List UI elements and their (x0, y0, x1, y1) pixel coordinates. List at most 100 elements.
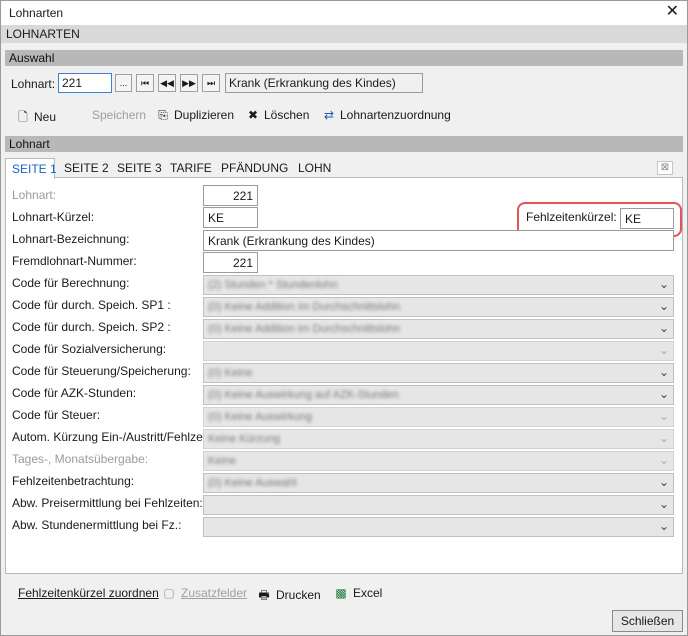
sp1-select[interactable]: (0) Keine Addition im Durchschnittslohn ⌄ (203, 297, 674, 317)
chevron-down-icon: ⌄ (658, 343, 669, 357)
combo-label: Tages-, Monatsübergabe: (12, 452, 149, 466)
browse-button[interactable]: ... (115, 74, 132, 92)
sozialversicherung-select[interactable]: ⌄ (203, 341, 674, 361)
lohnartenzuordnung-button[interactable]: ⇄ Lohnartenzuordnung (321, 108, 451, 122)
title-bar: Lohnarten ✕ (1, 1, 687, 25)
duplicate-label: Duplizieren (174, 108, 235, 122)
print-button[interactable]: 🖶 Drucken (256, 586, 320, 607)
combo-value: (0) Keine Addition im Durchschnittslohn (208, 301, 400, 313)
combo-value: (0) Keine Auswahl (208, 477, 297, 489)
previous-record-icon[interactable]: ◀◀ (158, 74, 176, 92)
tab-lohn[interactable]: LOHN (298, 158, 331, 178)
azk-select[interactable]: (0) Keine Auswirkung auf AZK-Stunden ⌄ (203, 385, 674, 405)
last-record-icon[interactable]: ⏭ (202, 74, 220, 92)
combo-label: Code für durch. Speich. SP1 : (12, 298, 171, 312)
new-button[interactable]: 🗋 Neu (15, 108, 56, 129)
fehlzeit-zuordnen-label: Fehlzeitenkürzel zuordnen (18, 586, 159, 600)
tab-seite-2[interactable]: SEITE 2 (64, 158, 109, 178)
document-icon: ▢ (163, 586, 175, 600)
kuerzel-label: Lohnart-Kürzel: (12, 210, 95, 224)
lohnart-label: Lohnart: (12, 188, 57, 202)
auswahl-header-text: Auswahl (9, 51, 55, 65)
lohnart-description-field: Krank (Erkrankung des Kindes) (225, 73, 423, 93)
fremdlohnart-field[interactable]: 221 (203, 252, 258, 273)
save-button[interactable]: Speichern (92, 108, 146, 122)
kuerzel-field[interactable]: KE (203, 207, 258, 228)
combo-value: (0) Keine (208, 367, 253, 379)
fehlzeitenkuerzel-label: Fehlzeitenkürzel: (526, 210, 617, 224)
close-icon[interactable]: ✕ (666, 3, 679, 21)
lohnart-field[interactable]: 221 (203, 185, 258, 206)
duplicate-icon: ⎘ (158, 108, 168, 122)
duplicate-button[interactable]: ⎘ Duplizieren (155, 108, 234, 123)
combo-label: Fehlzeitenbetrachtung: (12, 474, 135, 488)
chevron-down-icon: ⌄ (658, 497, 669, 511)
zuordnung-label: Lohnartenzuordnung (340, 108, 451, 122)
combo-value: (2) Stunden * Stundenlohn (208, 279, 338, 291)
first-record-icon[interactable]: ⏮ (136, 74, 154, 92)
fehlzeitenbetrachtung-select[interactable]: (0) Keine Auswahl ⌄ (203, 473, 674, 493)
kuerzung-select[interactable]: Keine Kürzung ⌄ (203, 429, 674, 449)
steuer-select[interactable]: (0) Keine Auswirkung ⌄ (203, 407, 674, 427)
new-document-icon: 🗋 (18, 110, 28, 124)
bezeichnung-label: Lohnart-Bezeichnung: (12, 232, 130, 246)
lohnart-number-input[interactable]: 221 (58, 73, 112, 93)
delete-label: Löschen (264, 108, 310, 122)
chevron-down-icon: ⌄ (658, 277, 669, 291)
page-banner: LOHNARTEN (1, 25, 687, 43)
uebergabe-select[interactable]: Keine ⌄ (203, 451, 674, 471)
shuffle-icon: ⇄ (323, 108, 335, 122)
close-button[interactable]: Schließen (612, 610, 683, 632)
tab-tarife[interactable]: TARIFE (170, 158, 212, 178)
delete-button[interactable]: ✖ Löschen (245, 108, 309, 122)
lohnarten-window: Lohnarten ✕ LOHNARTEN Auswahl Lohnart: 2… (0, 0, 688, 636)
stundenermittlung-select[interactable]: ⌄ (203, 517, 674, 537)
new-label: Neu (34, 110, 57, 124)
lohnart-header-text: Lohnart (9, 137, 50, 151)
chevron-down-icon: ⌄ (658, 409, 669, 423)
fehlzeitenkuerzel-field[interactable]: KE (620, 208, 674, 229)
chevron-down-icon: ⌄ (658, 519, 669, 533)
banner-text: LOHNARTEN (6, 27, 80, 41)
berechnung-select[interactable]: (2) Stunden * Stundenlohn ⌄ (203, 275, 674, 295)
combo-label: Code für Steuer: (12, 408, 101, 422)
fremdlohnart-label: Fremdlohnart-Nummer: (12, 254, 137, 268)
combo-value: (0) Keine Addition im Durchschnittslohn (208, 323, 400, 335)
chevron-down-icon: ⌄ (658, 387, 669, 401)
combo-value: Keine (208, 455, 237, 467)
steuerung-select[interactable]: (0) Keine ⌄ (203, 363, 674, 383)
excel-icon: ▩ (335, 586, 347, 600)
preisermittlung-select[interactable]: ⌄ (203, 495, 674, 515)
combo-value: (0) Keine Auswirkung auf AZK-Stunden (208, 389, 399, 401)
printer-icon: 🖶 (258, 588, 270, 602)
tab-seite-3[interactable]: SEITE 3 (117, 158, 162, 178)
fehlzeitenkuerzel-zuordnen-link[interactable]: Fehlzeitenkürzel zuordnen (18, 586, 159, 600)
auswahl-lohnart-label: Lohnart: (11, 77, 56, 91)
save-label: Speichern (92, 108, 147, 122)
combo-label: Code für Sozialversicherung: (12, 342, 167, 356)
sp2-select[interactable]: (0) Keine Addition im Durchschnittslohn ⌄ (203, 319, 674, 339)
lohnart-section-header: Lohnart (5, 136, 683, 152)
zusatzfelder-label: Zusatzfelder (181, 586, 248, 600)
combo-value: Keine Kürzung (208, 433, 281, 445)
combo-label: Code für durch. Speich. SP2 : (12, 320, 171, 334)
combo-label: Code für Steuerung/Speicherung: (12, 364, 191, 378)
excel-button[interactable]: ▩ Excel (333, 586, 382, 600)
combo-label: Code für Berechnung: (12, 276, 130, 290)
chevron-down-icon: ⌄ (658, 475, 669, 489)
excel-label: Excel (353, 586, 383, 600)
bezeichnung-field[interactable]: Krank (Erkrankung des Kindes) (203, 230, 674, 251)
zusatzfelder-button[interactable]: ▢ Zusatzfelder (161, 586, 247, 600)
combo-label: Abw. Stundenermittlung bei Fz.: (12, 518, 182, 532)
combo-label: Code für AZK-Stunden: (12, 386, 137, 400)
collapse-icon[interactable]: ⊠ (657, 161, 673, 175)
combo-label: Abw. Preisermittlung bei Fehlzeiten: (12, 496, 203, 510)
tab-seite-1[interactable]: SEITE 1 (5, 158, 57, 179)
chevron-down-icon: ⌄ (658, 321, 669, 335)
chevron-down-icon: ⌄ (658, 299, 669, 313)
next-record-icon[interactable]: ▶▶ (180, 74, 198, 92)
tab-pfaendung[interactable]: PFÄNDUNG (221, 158, 288, 178)
chevron-down-icon: ⌄ (658, 431, 669, 445)
chevron-down-icon: ⌄ (658, 453, 669, 467)
combo-value: (0) Keine Auswirkung (208, 411, 312, 423)
